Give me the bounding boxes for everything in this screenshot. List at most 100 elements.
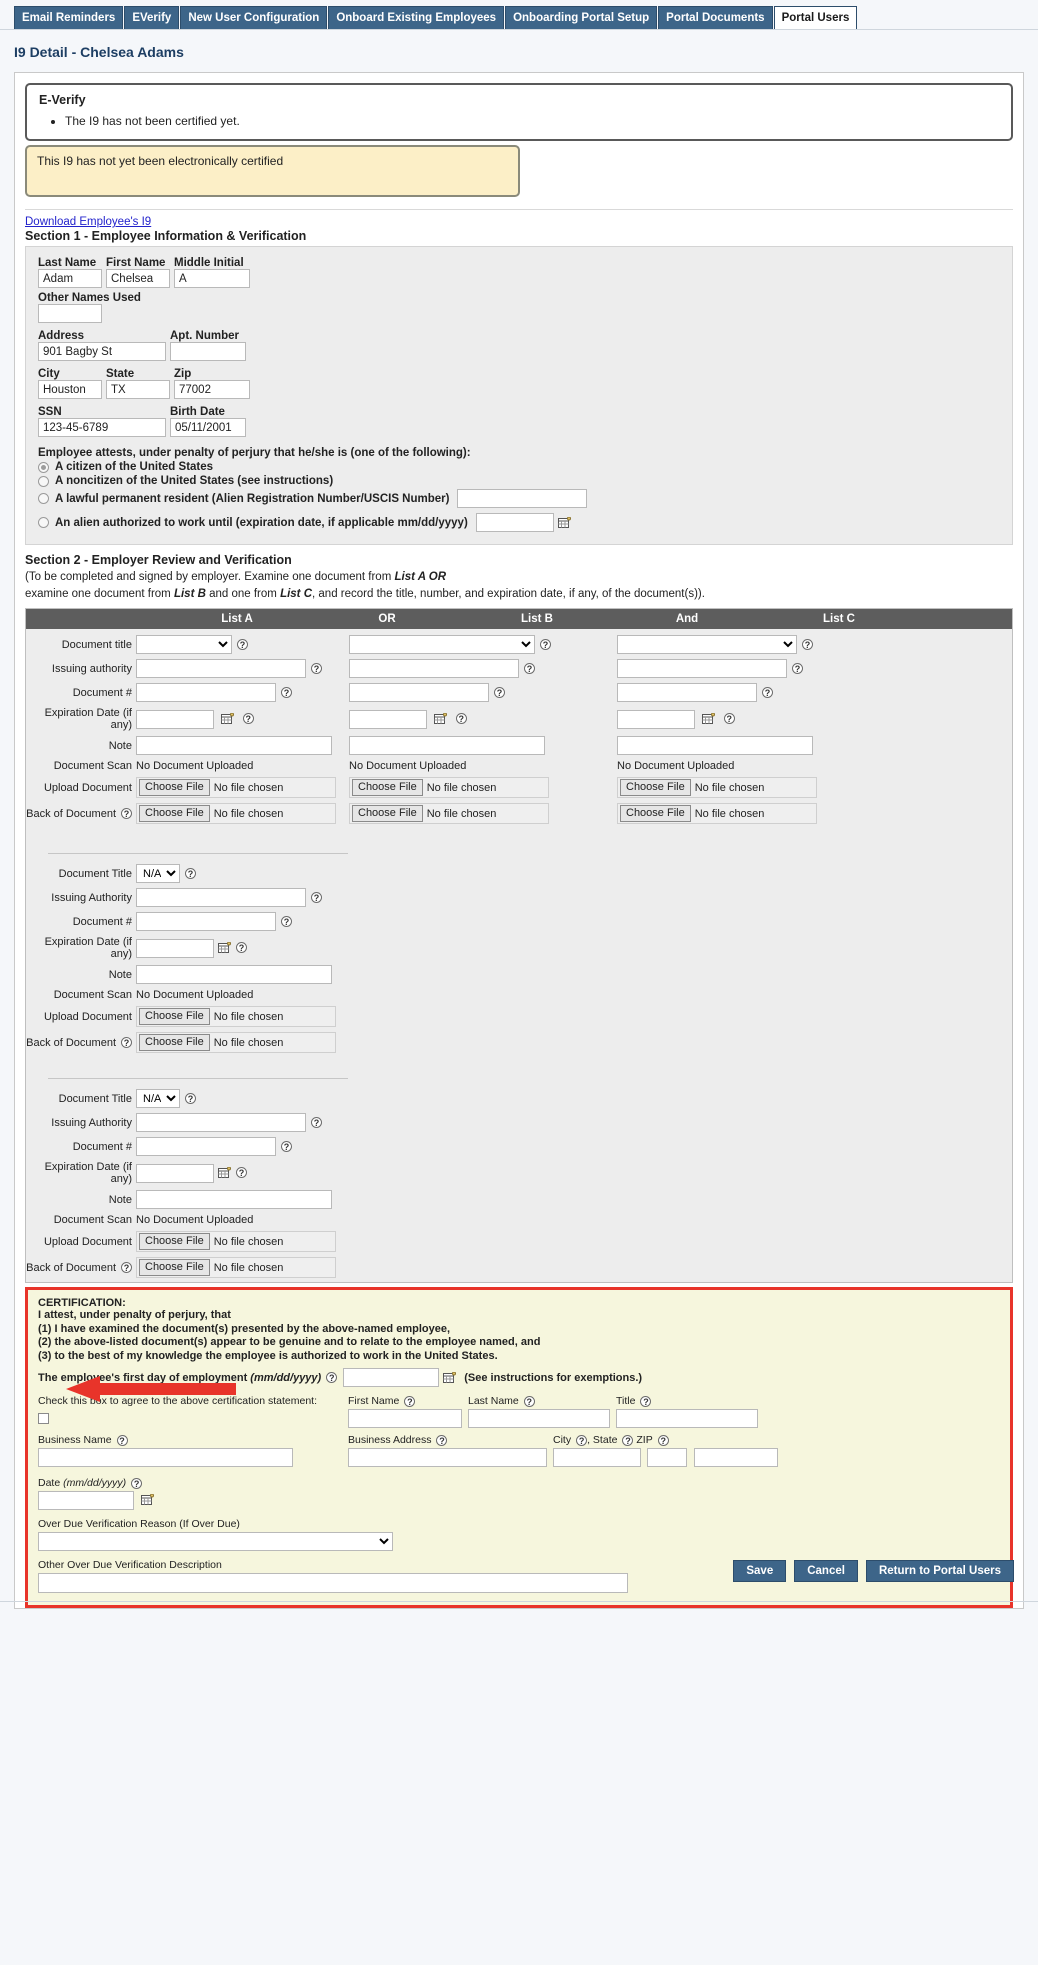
calendar-icon[interactable] xyxy=(221,712,235,725)
tab-onboard-existing-employees[interactable]: Onboard Existing Employees xyxy=(328,6,505,29)
tab-portal-users[interactable]: Portal Users xyxy=(773,6,858,29)
calendar-icon[interactable] xyxy=(557,516,571,529)
radio-noncitizen-icon[interactable] xyxy=(38,475,49,487)
help-icon[interactable]: ? xyxy=(281,1140,292,1152)
radio-lpr-icon[interactable] xyxy=(38,493,49,504)
certifier-title-input[interactable] xyxy=(616,1409,758,1428)
choose-file-button[interactable]: Choose File xyxy=(139,1008,210,1025)
help-icon[interactable]: ? xyxy=(326,1372,338,1383)
zip-input[interactable] xyxy=(174,380,250,399)
alien-registration-number-input[interactable] xyxy=(457,489,588,508)
list-b-document-number-input[interactable] xyxy=(349,683,489,702)
help-icon[interactable]: ? xyxy=(281,686,292,698)
help-icon[interactable]: ? xyxy=(494,686,505,698)
help-icon[interactable]: ? xyxy=(657,1434,669,1446)
list-b-note-input[interactable] xyxy=(349,736,545,755)
list-a-back-of-document-file[interactable]: Choose File No file chosen xyxy=(136,803,336,824)
ssn-input[interactable] xyxy=(38,418,166,437)
choose-file-button[interactable]: Choose File xyxy=(352,779,423,796)
list-a-note-input[interactable] xyxy=(136,736,332,755)
help-icon[interactable]: ? xyxy=(131,1477,143,1489)
tab-onboarding-portal-setup[interactable]: Onboarding Portal Setup xyxy=(505,6,658,29)
help-icon[interactable]: ? xyxy=(311,662,322,674)
help-icon[interactable]: ? xyxy=(242,713,254,725)
business-state-input[interactable] xyxy=(647,1448,688,1467)
help-icon[interactable]: ? xyxy=(640,1395,652,1407)
list-c-note-input[interactable] xyxy=(617,736,813,755)
city-input[interactable] xyxy=(38,380,102,399)
help-icon[interactable]: ? xyxy=(723,713,735,725)
list-b-document-title-select[interactable] xyxy=(349,635,535,654)
download-employee-i9-link[interactable]: Download Employee's I9 xyxy=(25,216,151,228)
list-b-expiration-date-input[interactable] xyxy=(349,709,427,729)
attest-option-citizen[interactable]: A citizen of the United States xyxy=(38,461,1000,473)
tab-portal-documents[interactable]: Portal Documents xyxy=(658,6,773,29)
help-icon[interactable]: ? xyxy=(523,1395,535,1407)
help-icon[interactable]: ? xyxy=(281,915,292,927)
help-icon[interactable]: ? xyxy=(121,1262,132,1274)
calendar-icon[interactable] xyxy=(218,1166,231,1179)
help-icon[interactable]: ? xyxy=(792,662,803,674)
apt-number-input[interactable] xyxy=(170,342,246,361)
attest-option-alien-authorized[interactable]: An alien authorized to work until (expir… xyxy=(38,513,1000,532)
business-zip-input[interactable] xyxy=(693,1448,778,1467)
list-c-document-number-input[interactable] xyxy=(617,683,757,702)
block2-expiration-date-input[interactable] xyxy=(136,1163,214,1183)
first-name-input[interactable] xyxy=(106,269,170,288)
calendar-icon[interactable] xyxy=(141,1493,155,1506)
first-day-of-employment-input[interactable] xyxy=(343,1368,440,1387)
help-icon[interactable]: ? xyxy=(455,713,467,725)
attest-option-lpr[interactable]: A lawful permanent resident (Alien Regis… xyxy=(38,489,1000,508)
help-icon[interactable]: ? xyxy=(540,638,551,650)
block1-issuing-authority-input[interactable] xyxy=(136,888,306,907)
help-icon[interactable]: ? xyxy=(311,1116,322,1128)
radio-citizen-icon[interactable] xyxy=(38,461,49,473)
help-icon[interactable]: ? xyxy=(802,638,813,650)
list-b-upload-document-file[interactable]: Choose File No file chosen xyxy=(349,777,549,798)
block2-note-input[interactable] xyxy=(136,1190,332,1209)
address-input[interactable] xyxy=(38,342,166,361)
choose-file-button[interactable]: Choose File xyxy=(139,1259,210,1276)
certification-date-input[interactable] xyxy=(38,1491,134,1510)
block2-document-title-select[interactable]: N/A xyxy=(136,1089,180,1108)
block2-document-number-input[interactable] xyxy=(136,1137,276,1156)
help-icon[interactable]: ? xyxy=(404,1395,416,1407)
list-c-expiration-date-input[interactable] xyxy=(617,709,695,729)
business-address-input[interactable] xyxy=(348,1448,547,1467)
certifier-first-name-input[interactable] xyxy=(348,1409,462,1428)
certifier-last-name-input[interactable] xyxy=(468,1409,610,1428)
list-a-document-number-input[interactable] xyxy=(136,683,276,702)
state-input[interactable] xyxy=(106,380,170,399)
birth-date-input[interactable] xyxy=(170,418,246,437)
list-c-upload-document-file[interactable]: Choose File No file chosen xyxy=(617,777,817,798)
block1-back-of-document-file[interactable]: Choose File No file chosen xyxy=(136,1032,336,1053)
block1-upload-document-file[interactable]: Choose File No file chosen xyxy=(136,1006,336,1027)
work-authorization-expiration-input[interactable] xyxy=(475,513,554,532)
help-icon[interactable]: ? xyxy=(185,867,196,879)
calendar-icon[interactable] xyxy=(443,1371,457,1384)
choose-file-button[interactable]: Choose File xyxy=(620,805,691,822)
list-b-issuing-authority-input[interactable] xyxy=(349,659,519,678)
cancel-button[interactable]: Cancel xyxy=(794,1560,858,1582)
save-button[interactable]: Save xyxy=(733,1560,787,1582)
list-c-issuing-authority-input[interactable] xyxy=(617,659,787,678)
calendar-icon[interactable] xyxy=(702,712,716,725)
choose-file-button[interactable]: Choose File xyxy=(139,805,210,822)
block2-back-of-document-file[interactable]: Choose File No file chosen xyxy=(136,1257,336,1278)
return-to-portal-users-button[interactable]: Return to Portal Users xyxy=(865,1560,1014,1582)
help-icon[interactable]: ? xyxy=(185,1092,196,1104)
tab-email-reminders[interactable]: Email Reminders xyxy=(14,6,124,29)
help-icon[interactable]: ? xyxy=(762,686,773,698)
help-icon[interactable]: ? xyxy=(524,662,535,674)
overdue-reason-select[interactable] xyxy=(38,1532,393,1551)
list-a-document-title-select[interactable] xyxy=(136,635,232,654)
agree-checkbox[interactable] xyxy=(38,1413,49,1424)
tab-everify[interactable]: EVerify xyxy=(124,6,180,29)
radio-alien-authorized-icon[interactable] xyxy=(38,517,49,528)
help-icon[interactable]: ? xyxy=(237,638,248,650)
other-names-used-input[interactable] xyxy=(38,304,102,323)
tab-new-user-configuration[interactable]: New User Configuration xyxy=(180,6,328,29)
block2-upload-document-file[interactable]: Choose File No file chosen xyxy=(136,1231,336,1252)
choose-file-button[interactable]: Choose File xyxy=(139,1034,210,1051)
last-name-input[interactable] xyxy=(38,269,102,288)
